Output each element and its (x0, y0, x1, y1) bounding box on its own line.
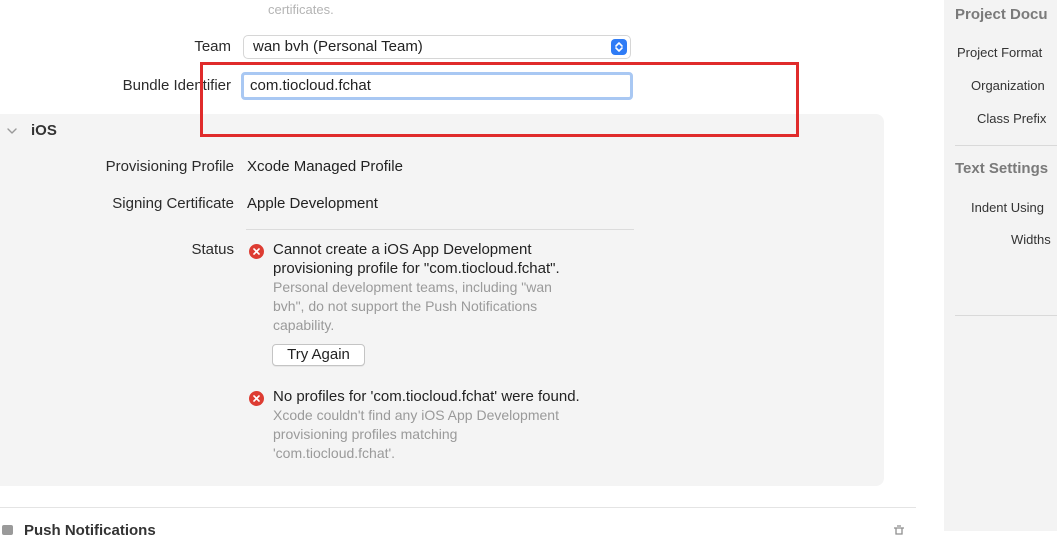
status-error-message: No profiles for 'com.tiocloud.fchat' wer… (273, 387, 580, 463)
ios-section-title: iOS (31, 122, 57, 139)
inspector-divider (955, 315, 1057, 316)
error-icon (249, 244, 264, 259)
try-again-button[interactable]: Try Again (272, 344, 365, 366)
provisioning-profile-label: Provisioning Profile (105, 158, 234, 175)
error-detail-line: Xcode couldn't find any iOS App Developm… (273, 407, 559, 423)
error-icon (249, 391, 264, 406)
error-title-line: Cannot create a iOS App Development (273, 241, 532, 258)
organization-label: Organization (971, 78, 1045, 93)
certificates-note: certificates. (268, 2, 334, 17)
project-document-heading: Project Docu (955, 6, 1048, 23)
signing-certificate-label: Signing Certificate (112, 195, 234, 212)
team-label: Team (194, 38, 231, 55)
error-title-line: No profiles for 'com.tiocloud.fchat' wer… (273, 388, 580, 405)
popup-chevrons-icon (611, 39, 627, 55)
error-detail-line: Personal development teams, including "w… (273, 279, 552, 295)
indent-using-label: Indent Using (971, 200, 1044, 215)
team-popup-value: wan bvh (Personal Team) (253, 38, 423, 55)
status-error-message: Cannot create a iOS App Development prov… (273, 240, 560, 335)
inspector-divider (955, 145, 1057, 146)
status-label: Status (191, 241, 234, 258)
widths-label: Widths (1011, 232, 1051, 247)
project-format-label: Project Format (957, 45, 1043, 60)
divider (246, 229, 634, 230)
text-settings-heading: Text Settings (955, 160, 1049, 177)
trash-icon[interactable] (892, 522, 906, 540)
error-detail-line: capability. (273, 317, 335, 333)
provisioning-profile-value: Xcode Managed Profile (247, 158, 403, 175)
section-divider (0, 507, 916, 508)
push-notifications-icon (0, 522, 16, 540)
annotation-highlight-box (200, 62, 799, 137)
signing-certificate-value: Apple Development (247, 195, 378, 212)
error-detail-line: bvh", do not support the Push Notificati… (273, 298, 538, 314)
error-detail-line: provisioning profiles matching (273, 426, 458, 442)
team-popup[interactable]: wan bvh (Personal Team) (243, 35, 631, 59)
error-detail-line: 'com.tiocloud.fchat'. (273, 445, 396, 461)
class-prefix-label: Class Prefix (977, 111, 1047, 126)
disclosure-chevron-icon[interactable] (6, 124, 18, 142)
error-title-line: provisioning profile for "com.tiocloud.f… (273, 260, 560, 277)
